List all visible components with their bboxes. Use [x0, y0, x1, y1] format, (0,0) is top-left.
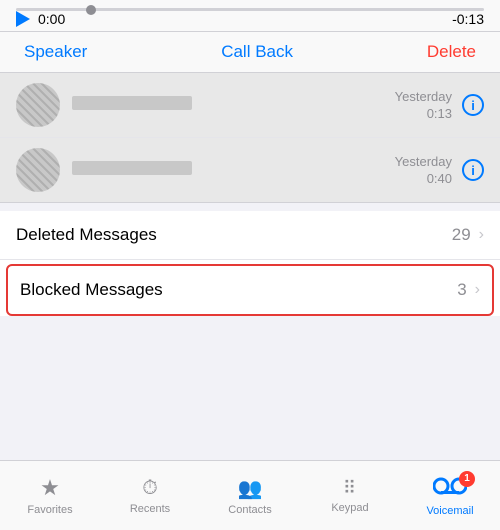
tab-keypad[interactable]: ⠿ Keypad	[300, 478, 400, 514]
deleted-messages-label: Deleted Messages	[16, 225, 452, 245]
current-time: 0:00	[38, 11, 444, 27]
vm-name-blur	[72, 161, 192, 175]
blocked-messages-count: 3	[457, 280, 466, 300]
chevron-right-icon: ›	[475, 281, 480, 299]
voicemail-list: Yesterday 0:13 i Yesterday 0:40 i	[0, 73, 500, 203]
vm-date: Yesterday	[395, 89, 452, 104]
vm-info	[72, 96, 395, 114]
voicemail-badge: 1	[459, 471, 475, 487]
vm-date: Yesterday	[395, 154, 452, 169]
vm-meta: Yesterday 0:13	[395, 89, 452, 121]
vm-duration: 0:13	[427, 106, 452, 121]
tab-voicemail[interactable]: 1 Voicemail	[400, 475, 500, 517]
call-back-button[interactable]: Call Back	[221, 42, 293, 62]
speaker-button[interactable]: Speaker	[24, 42, 87, 62]
scrubber-track[interactable]	[16, 8, 484, 11]
tab-contacts[interactable]: 👥 Contacts	[200, 476, 300, 516]
voicemail-icon-wrap: 1	[433, 475, 467, 502]
vm-info	[72, 161, 395, 179]
tab-recents-label: Recents	[130, 503, 170, 515]
blocked-messages-row[interactable]: Blocked Messages 3 ›	[6, 264, 494, 316]
tab-contacts-label: Contacts	[228, 504, 271, 516]
favorites-icon: ★	[40, 475, 60, 501]
vm-duration: 0:40	[427, 171, 452, 186]
keypad-icon: ⠿	[343, 478, 357, 499]
remaining-time: -0:13	[452, 11, 484, 27]
vm-info-button[interactable]: i	[462, 159, 484, 181]
play-button[interactable]	[16, 11, 30, 27]
action-row: Speaker Call Back Delete	[0, 32, 500, 73]
tab-bar: ★ Favorites ⏱ Recents 👥 Contacts ⠿ Keypa…	[0, 460, 500, 530]
vm-name-blur	[72, 96, 192, 110]
message-sections: Deleted Messages 29 › Blocked Messages 3…	[0, 211, 500, 316]
tab-favorites-label: Favorites	[27, 504, 72, 516]
avatar	[16, 83, 60, 127]
voicemail-item[interactable]: Yesterday 0:13 i	[0, 73, 500, 138]
tab-voicemail-label: Voicemail	[426, 505, 473, 517]
blocked-messages-label: Blocked Messages	[20, 280, 457, 300]
contacts-icon: 👥	[238, 476, 263, 501]
deleted-messages-row[interactable]: Deleted Messages 29 ›	[0, 211, 500, 260]
vm-info-button[interactable]: i	[462, 94, 484, 116]
chevron-right-icon: ›	[479, 226, 484, 244]
recents-icon: ⏱	[142, 477, 158, 500]
voicemail-item[interactable]: Yesterday 0:40 i	[0, 138, 500, 202]
deleted-messages-count: 29	[452, 225, 471, 245]
delete-button[interactable]: Delete	[427, 42, 476, 62]
tab-keypad-label: Keypad	[331, 502, 368, 514]
avatar	[16, 148, 60, 192]
vm-meta: Yesterday 0:40	[395, 154, 452, 186]
scrubber-thumb	[86, 5, 96, 15]
tab-favorites[interactable]: ★ Favorites	[0, 475, 100, 516]
tab-recents[interactable]: ⏱ Recents	[100, 477, 200, 515]
audio-player: 0:00 -0:13	[0, 0, 500, 32]
